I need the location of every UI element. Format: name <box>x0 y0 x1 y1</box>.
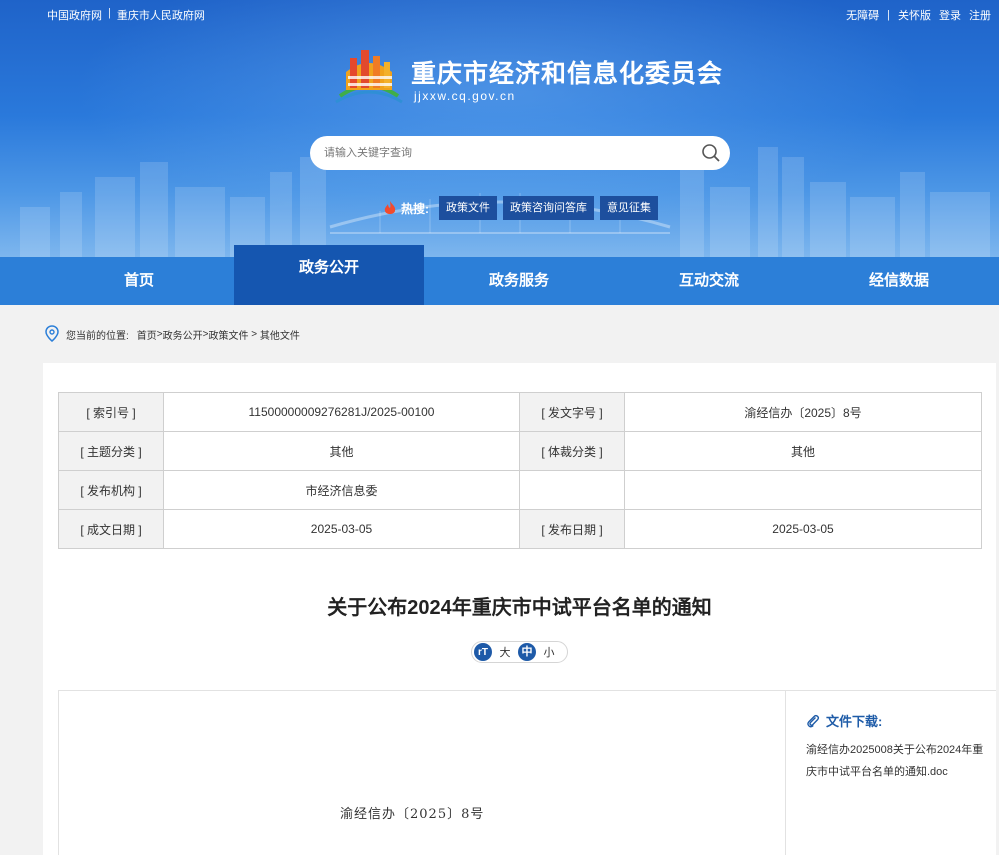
font-size-medium[interactable]: 中 <box>518 643 536 661</box>
nav-interaction-label: 互动交流 <box>678 272 739 289</box>
font-size-large[interactable]: 大 <box>496 644 514 660</box>
breadcrumb-prefix: 您当前的位置: <box>66 330 129 342</box>
download-sidebar: 文件下载: 渝经信办2025008关于公布2024年重庆市中试平台名单的通知.d… <box>786 690 996 855</box>
content-panel: [ 索引号 ] 11500000009276281J/2025-00100 [ … <box>43 363 996 855</box>
meta-value: 其他 <box>624 431 982 471</box>
breadcrumb-sep: > <box>248 328 260 340</box>
font-size-switcher: rT 大 中 小 <box>471 641 568 663</box>
meta-key: [ 发文字号 ] <box>519 392 625 432</box>
paperclip-icon <box>807 714 820 727</box>
link-cq-gov[interactable]: 重庆市人民政府网 <box>117 7 205 23</box>
meta-value: 其他 <box>163 431 520 471</box>
table-row: [ 主题分类 ] 其他 [ 体裁分类 ] 其他 <box>58 431 982 471</box>
care-version-link[interactable]: 关怀版 <box>898 7 931 23</box>
login-link[interactable]: 登录 <box>939 7 961 23</box>
document-body: 渝经信办〔2025〕8号 <box>58 690 786 855</box>
location-pin-icon <box>45 325 59 342</box>
table-row: [ 索引号 ] 11500000009276281J/2025-00100 [ … <box>58 392 982 432</box>
meta-value: 2025-03-05 <box>163 509 520 549</box>
document-title: 关于公布2024年重庆市中试平台名单的通知 <box>327 597 712 619</box>
document-meta-table: [ 索引号 ] 11500000009276281J/2025-00100 [ … <box>58 392 982 549</box>
meta-key <box>519 470 625 510</box>
hot-tag-policy-qa[interactable]: 政策咨询问答库 <box>503 196 594 220</box>
breadcrumb: 您当前的位置: 首页 > 政务公开 > 政策文件 > 其他文件 <box>44 325 300 343</box>
site-header: 中国政府网 | 重庆市人民政府网 无障碍 | 关怀版 登录 注册 重庆市经济和信… <box>0 0 999 257</box>
hot-tag-opinion[interactable]: 意见征集 <box>600 196 658 220</box>
meta-value: 市经济信息委 <box>163 470 520 510</box>
meta-key: [ 发布日期 ] <box>519 509 625 549</box>
meta-key: [ 索引号 ] <box>58 392 164 432</box>
flame-icon <box>384 201 396 214</box>
search-input[interactable] <box>324 144 684 162</box>
download-title: 文件下载: <box>806 711 882 730</box>
nav-services[interactable]: 政务服务 <box>424 257 614 305</box>
site-title: 重庆市经济和信息化委员会 <box>411 60 724 88</box>
nav-data-label: 经信数据 <box>868 272 929 289</box>
nav-gov-affairs[interactable]: 政务公开 <box>234 245 424 305</box>
nav-home-label: 首页 <box>123 272 154 289</box>
font-size-icon: rT <box>474 643 492 661</box>
meta-key: [ 主题分类 ] <box>58 431 164 471</box>
top-right-links: 无障碍 | 关怀版 登录 注册 <box>846 7 991 23</box>
top-left-links: 中国政府网 | 重庆市人民政府网 <box>47 7 205 23</box>
site-logo-icon <box>335 50 403 104</box>
breadcrumb-other-docs[interactable]: 其他文件 <box>260 327 300 342</box>
breadcrumb-gov-affairs[interactable]: 政务公开 <box>163 327 203 342</box>
hot-tag-policy-docs[interactable]: 政策文件 <box>439 196 497 220</box>
nav-home[interactable]: 首页 <box>0 257 234 305</box>
breadcrumb-home[interactable]: 首页 <box>137 327 157 342</box>
hot-search-text: 热搜: <box>401 201 429 216</box>
register-link[interactable]: 注册 <box>969 7 991 23</box>
meta-key: [ 成文日期 ] <box>58 509 164 549</box>
link-gov-cn[interactable]: 中国政府网 <box>47 7 102 23</box>
table-row: [ 发布机构 ] 市经济信息委 <box>58 470 982 510</box>
table-row: [ 成文日期 ] 2025-03-05 [ 发布日期 ] 2025-03-05 <box>58 509 982 549</box>
meta-value: 渝经信办〔2025〕8号 <box>624 392 982 432</box>
meta-key: [ 发布机构 ] <box>58 470 164 510</box>
main-nav: 首页 政务公开 政务服务 互动交流 经信数据 <box>0 245 999 305</box>
meta-value: 2025-03-05 <box>624 509 982 549</box>
nav-gov-affairs-label: 政务公开 <box>298 259 359 276</box>
document-number: 渝经信办〔2025〕8号 <box>340 807 485 822</box>
font-size-small[interactable]: 小 <box>540 644 558 660</box>
download-title-text: 文件下载: <box>826 714 883 729</box>
site-url: jjxxw.cq.gov.cn <box>414 89 516 103</box>
hot-search: 热搜: 政策文件 政策咨询问答库 意见征集 <box>383 196 658 220</box>
nav-interaction[interactable]: 互动交流 <box>614 257 804 305</box>
nav-services-label: 政务服务 <box>488 272 549 289</box>
nav-data[interactable]: 经信数据 <box>804 257 994 305</box>
meta-value <box>624 470 982 510</box>
accessibility-link[interactable]: 无障碍 <box>846 7 879 23</box>
search-bar <box>310 136 730 170</box>
hot-search-label: 热搜: <box>383 200 429 217</box>
search-icon[interactable] <box>700 142 722 164</box>
meta-value: 11500000009276281J/2025-00100 <box>163 392 520 432</box>
download-file-link[interactable]: 渝经信办2025008关于公布2024年重庆市中试平台名单的通知.doc <box>806 739 986 783</box>
breadcrumb-policy-docs[interactable]: 政策文件 <box>208 327 248 342</box>
meta-key: [ 体裁分类 ] <box>519 431 625 471</box>
